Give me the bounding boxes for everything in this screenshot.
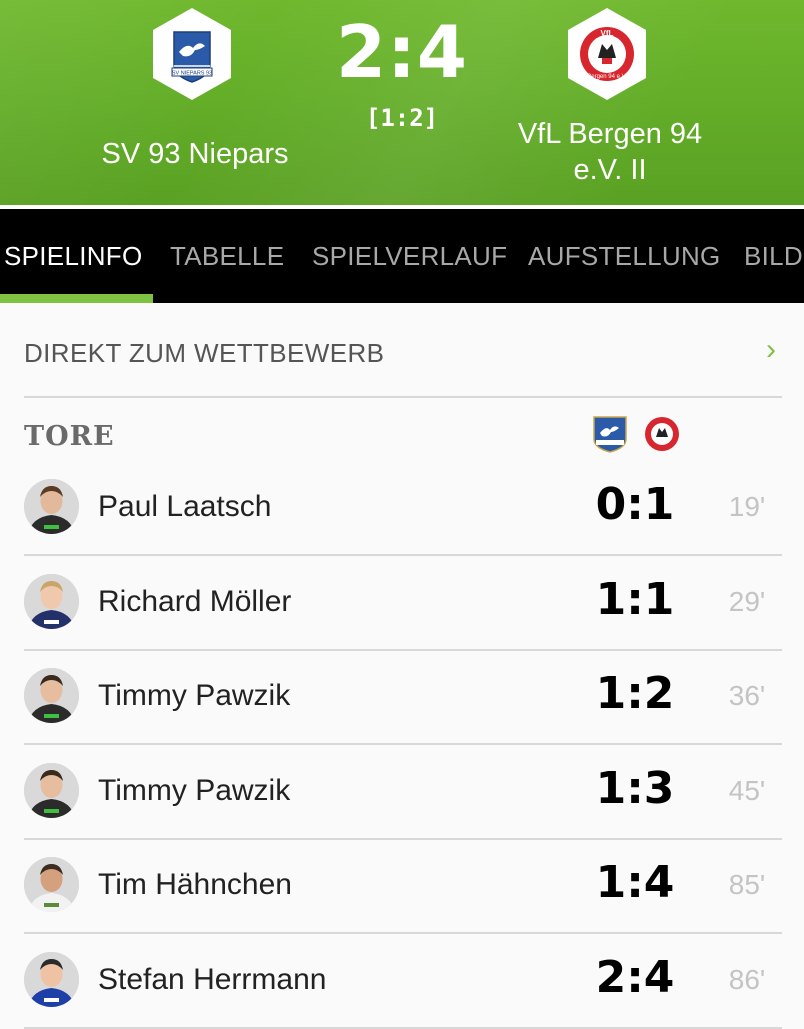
svg-text:VfL: VfL [601, 29, 614, 38]
goal-minute: 19' [728, 491, 766, 522]
goal-minute: 29' [728, 585, 766, 617]
scorer-name[interactable]: Timmy Pawzik [98, 679, 290, 713]
final-score: 2:4 [336, 10, 468, 94]
divider [24, 396, 782, 398]
active-tab-indicator [0, 294, 153, 303]
goal-score: 1:2 [595, 668, 675, 720]
away-team-name-line2: e.V. II [573, 154, 647, 186]
player-avatar [24, 479, 79, 534]
tab-aufstellung[interactable]: AUFSTELLUNG [528, 241, 721, 272]
player-avatar [24, 857, 79, 913]
goal-row[interactable]: Timmy Pawzik 1:2 36' [0, 650, 804, 746]
svg-text:Bergen 94 e.V.: Bergen 94 e.V. [587, 74, 627, 80]
scorer-name[interactable]: Tim Hähnchen [98, 868, 292, 902]
goal-score: 1:4 [595, 857, 675, 909]
goal-row[interactable]: Stefan Herrmann 2:4 86' [0, 934, 804, 1029]
svg-text:SV NIEPARS 93: SV NIEPARS 93 [172, 71, 212, 77]
tab-spielverlauf[interactable]: SPIELVERLAUF [312, 241, 507, 272]
goal-minute: 45' [728, 774, 766, 806]
scorer-name[interactable]: Paul Laatsch [98, 490, 271, 524]
halftime-score: [1:2] [365, 104, 439, 132]
goal-minute: 86' [728, 964, 766, 995]
home-team-name[interactable]: SV 93 Niepars [60, 136, 330, 172]
goal-score: 1:1 [595, 573, 675, 625]
scorer-name[interactable]: Stefan Herrmann [98, 963, 326, 997]
goal-score: 2:4 [595, 952, 675, 1003]
match-info-content: DIREKT ZUM WETTBEWERB › TORE Paul Laatsc… [0, 303, 804, 1029]
scorer-name[interactable]: Timmy Pawzik [98, 774, 290, 808]
home-team-crest-icon: SV NIEPARS 93 [153, 8, 231, 100]
tab-bild[interactable]: BILD [744, 241, 803, 272]
player-avatar [24, 668, 79, 724]
away-team-mini-crest-icon [645, 417, 679, 451]
home-team-mini-crest-icon [593, 416, 627, 453]
chevron-right-icon: › [766, 333, 776, 366]
match-header: SV NIEPARS 93 VfL Bergen 94 e.V. 2:4 [1:… [0, 0, 804, 206]
direct-to-competition-link[interactable]: DIREKT ZUM WETTBEWERB › [0, 303, 804, 397]
goal-score: 1:3 [595, 762, 675, 814]
tab-spielinfo[interactable]: SPIELINFO [4, 241, 143, 272]
goal-row[interactable]: Timmy Pawzik 1:3 45' [0, 745, 804, 840]
away-team-name[interactable]: VfL Bergen 94 e.V. II [490, 116, 730, 188]
direct-to-competition-label: DIREKT ZUM WETTBEWERB [24, 338, 385, 368]
player-avatar [24, 952, 79, 1007]
player-avatar [24, 573, 79, 629]
tab-bar: SPIELINFO TABELLE SPIELVERLAUF AUFSTELLU… [0, 209, 804, 303]
goal-score: 0:1 [595, 479, 675, 530]
player-avatar [24, 762, 79, 818]
goal-minute: 85' [728, 869, 766, 901]
away-team-name-line1: VfL Bergen 94 [517, 118, 703, 150]
away-team-crest-icon: VfL Bergen 94 e.V. [568, 8, 646, 100]
goal-row[interactable]: Tim Hähnchen 1:4 85' [0, 839, 804, 935]
goals-section-title: TORE [24, 421, 115, 452]
tab-tabelle[interactable]: TABELLE [170, 241, 284, 272]
goal-row[interactable]: Paul Laatsch 0:1 19' [0, 461, 804, 556]
goal-minute: 36' [728, 680, 766, 712]
goal-row[interactable]: Richard Möller 1:1 29' [0, 556, 804, 651]
scorer-name[interactable]: Richard Möller [98, 585, 291, 619]
